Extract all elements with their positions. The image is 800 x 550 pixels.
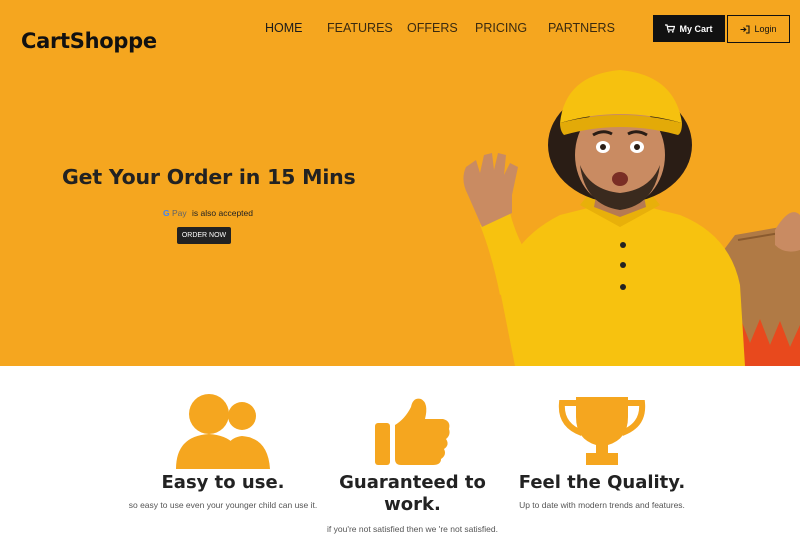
gpay-logo: G Pay [163, 208, 187, 218]
users-icon [176, 394, 270, 469]
feature-desc-guaranteed: if you're not satisfied then we 're not … [327, 524, 498, 534]
order-now-button[interactable]: ORDER NOW [177, 227, 231, 244]
feature-title-easy: Easy to use. [161, 472, 285, 493]
nav-item-home[interactable]: HOME [265, 21, 303, 35]
trophy-icon [558, 397, 646, 465]
cart-icon [665, 24, 676, 33]
nav-item-features[interactable]: FEATURES [327, 21, 393, 35]
login-label: Login [754, 24, 777, 34]
sign-in-icon [740, 24, 751, 34]
feature-title-guaranteed: Guaranteed to work. [339, 472, 486, 515]
nav-item-pricing[interactable]: PRICING [475, 21, 527, 35]
my-cart-button[interactable]: My Cart [653, 15, 725, 42]
feature-desc-easy: so easy to use even your younger child c… [128, 500, 318, 510]
delivery-person-image [463, 70, 800, 366]
hero-headline: Get Your Order in 15 Mins [62, 165, 356, 189]
hero-section: CartShoppe HOME FEATURES OFFERS PRICING … [0, 0, 800, 366]
features-section: Easy to use. so easy to use even your yo… [0, 366, 800, 550]
feature-desc-quality: Up to date with modern trends and featur… [519, 500, 685, 510]
nav-item-partners[interactable]: PARTNERS [548, 21, 615, 35]
gpay-text: is also accepted [192, 208, 253, 218]
gpay-logo-pay: Pay [172, 208, 187, 218]
thumbs-up-icon [375, 398, 450, 465]
brand-logo[interactable]: CartShoppe [21, 29, 157, 53]
gpay-logo-g: G [163, 208, 170, 218]
login-button[interactable]: Login [727, 15, 790, 43]
gpay-note: G Pay is also accepted [163, 208, 253, 218]
nav-item-offers[interactable]: OFFERS [407, 21, 458, 35]
my-cart-label: My Cart [679, 23, 713, 34]
feature-title-quality: Feel the Quality. [518, 472, 686, 493]
